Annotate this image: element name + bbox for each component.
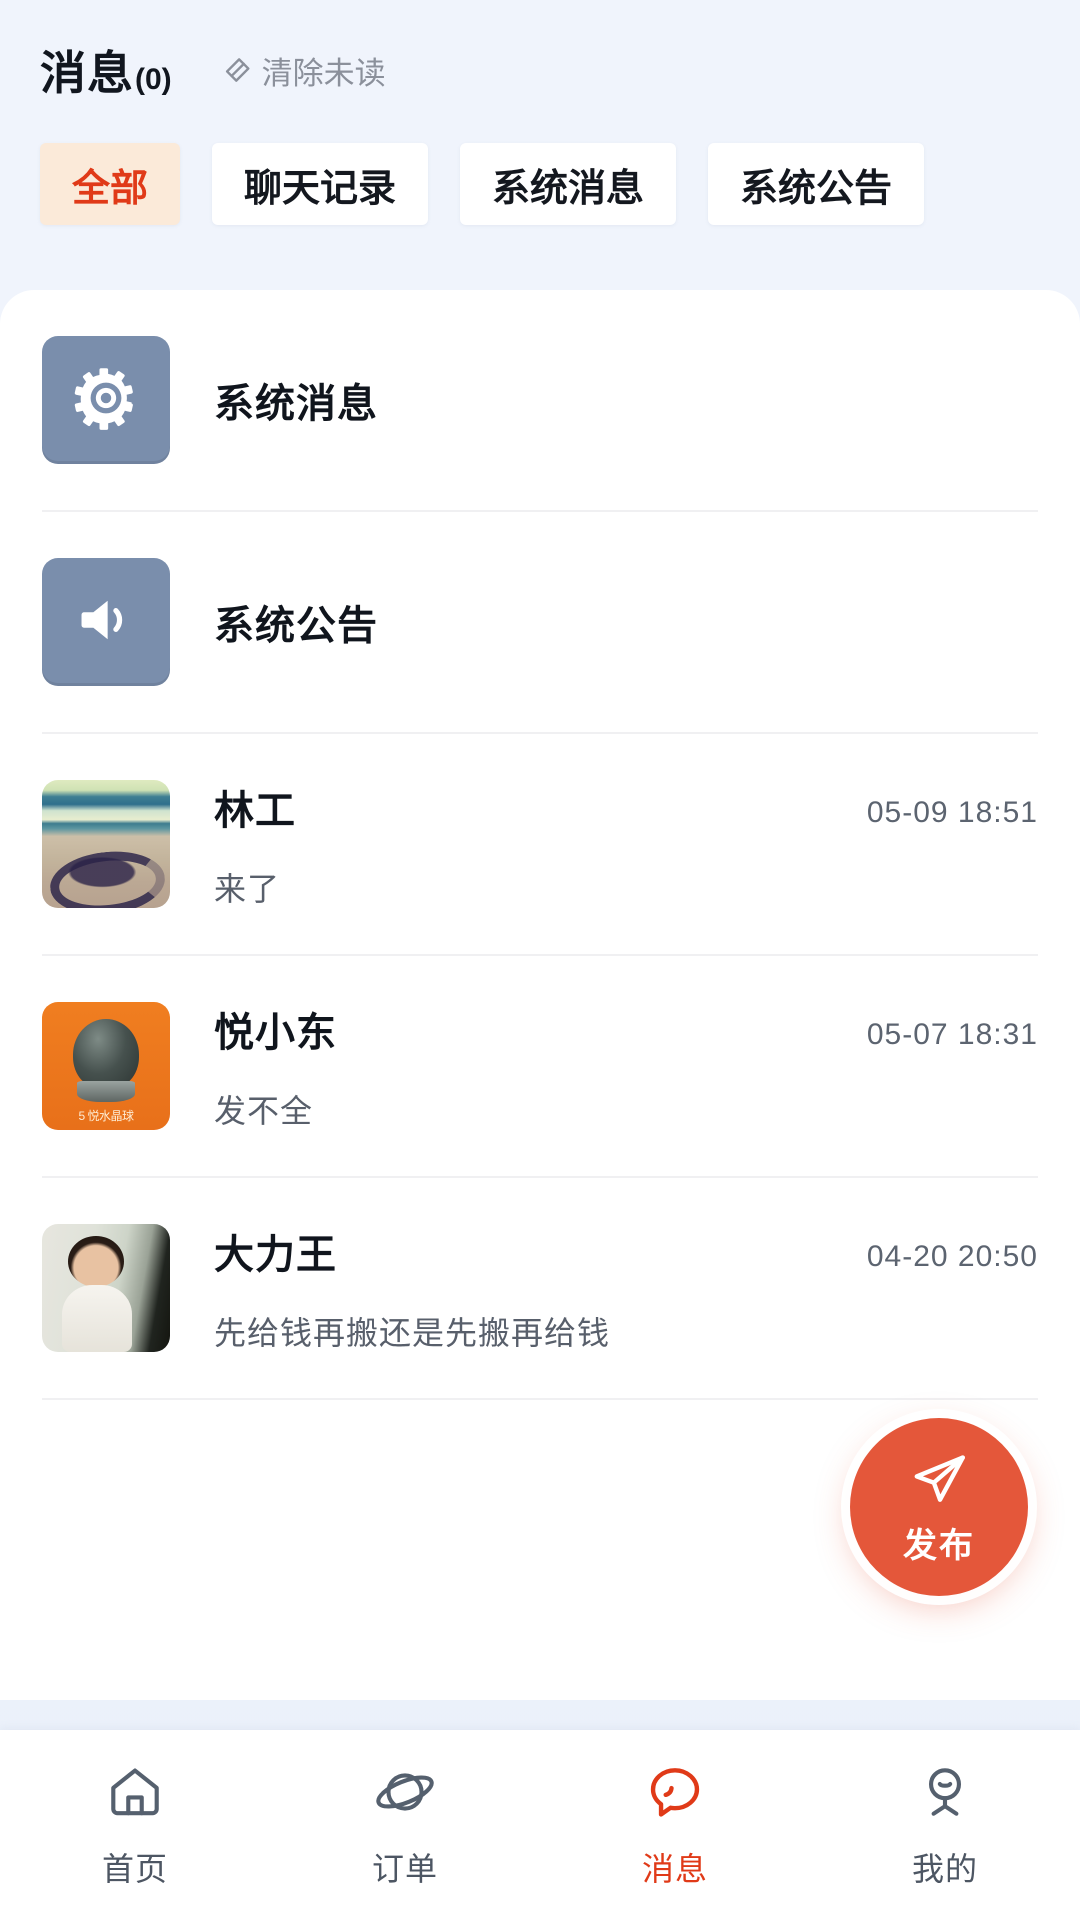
bottom-navigation: 首页 订单 消息 我的 bbox=[0, 1730, 1080, 1920]
nav-item-profile-label: 我的 bbox=[911, 1850, 978, 1887]
publish-fab-button[interactable]: 发布 bbox=[850, 1418, 1028, 1596]
clear-unread-label: 清除未读 bbox=[261, 55, 386, 91]
gear-icon bbox=[73, 365, 139, 436]
filter-tabs: 全部 聊天记录 系统消息 系统公告 bbox=[0, 143, 1080, 233]
message-time: 04-20 20:50 bbox=[866, 1240, 1038, 1273]
paper-plane-icon bbox=[908, 1447, 970, 1518]
avatar: 5 悦水晶球 bbox=[42, 1002, 170, 1130]
tab-system-message-label: 系统消息 bbox=[492, 167, 645, 210]
page-title: 消息 (0) bbox=[40, 37, 172, 103]
tab-system-announcement[interactable]: 系统公告 bbox=[708, 143, 925, 225]
nav-item-home-label: 首页 bbox=[101, 1850, 168, 1887]
page-header: 消息 (0) 清除未读 bbox=[0, 0, 1080, 140]
message-list: 系统消息 系统公告 林工 来了 05-09 18:51 5 悦水晶球 悦小东 发… bbox=[0, 290, 1080, 1400]
tab-chat-history-label: 聊天记录 bbox=[244, 167, 397, 210]
conversation-name: 悦小东 bbox=[214, 1011, 337, 1055]
page-title-text: 消息 bbox=[40, 47, 134, 99]
publish-fab-label: 发布 bbox=[903, 1527, 975, 1565]
conversation-name: 林工 bbox=[214, 789, 296, 833]
conversation-name: 大力王 bbox=[214, 1233, 337, 1277]
avatar-photo bbox=[42, 1224, 170, 1352]
avatar bbox=[42, 780, 170, 908]
row-body: 系统公告 bbox=[214, 593, 1038, 651]
eraser-icon bbox=[220, 53, 254, 87]
nav-item-messages[interactable]: 消息 bbox=[540, 1761, 810, 1890]
avatar bbox=[42, 1224, 170, 1352]
table-row[interactable]: 5 悦水晶球 悦小东 发不全 05-07 18:31 bbox=[42, 956, 1038, 1178]
home-icon bbox=[104, 1761, 166, 1828]
messages-screen: 消息 (0) 清除未读 全部 聊天记录 系统消息 系统公告 系统消息 系统公告 … bbox=[0, 0, 1080, 1920]
nav-item-orders-label: 订单 bbox=[371, 1850, 438, 1887]
table-row[interactable]: 系统公告 bbox=[42, 512, 1038, 734]
tab-system-announcement-label: 系统公告 bbox=[740, 167, 893, 210]
message-preview: 发不全 bbox=[214, 1093, 314, 1129]
unread-count: (0) bbox=[135, 63, 172, 96]
avatar-photo: 5 悦水晶球 bbox=[42, 1002, 170, 1130]
row-body: 系统消息 bbox=[214, 371, 1038, 429]
message-preview: 来了 bbox=[214, 871, 281, 907]
message-time: 05-07 18:31 bbox=[866, 1018, 1038, 1051]
clear-unread-button[interactable]: 清除未读 bbox=[220, 48, 386, 93]
chat-bubble-icon bbox=[644, 1761, 706, 1828]
nav-item-profile[interactable]: 我的 bbox=[810, 1761, 1080, 1890]
tab-system-message[interactable]: 系统消息 bbox=[460, 143, 677, 225]
row-top: 系统消息 bbox=[214, 371, 1038, 429]
avatar bbox=[42, 558, 170, 686]
speaker-icon bbox=[73, 587, 139, 658]
tab-all[interactable]: 全部 bbox=[40, 143, 181, 225]
nav-item-orders[interactable]: 订单 bbox=[270, 1761, 540, 1890]
profile-icon bbox=[914, 1761, 976, 1828]
row-top: 系统公告 bbox=[214, 593, 1038, 651]
tab-chat-history[interactable]: 聊天记录 bbox=[212, 143, 429, 225]
nav-item-home[interactable]: 首页 bbox=[0, 1761, 270, 1890]
table-row[interactable]: 系统消息 bbox=[42, 290, 1038, 512]
conversation-name: 系统公告 bbox=[214, 604, 378, 648]
table-row[interactable]: 林工 来了 05-09 18:51 bbox=[42, 734, 1038, 956]
tab-all-label: 全部 bbox=[72, 167, 149, 210]
message-time: 05-09 18:51 bbox=[866, 796, 1038, 829]
message-preview: 先给钱再搬还是先搬再给钱 bbox=[214, 1315, 611, 1351]
avatar-photo-caption: 5 悦水晶球 bbox=[78, 1108, 134, 1123]
nav-item-messages-label: 消息 bbox=[641, 1850, 708, 1887]
avatar bbox=[42, 336, 170, 464]
conversation-name: 系统消息 bbox=[214, 382, 378, 426]
orders-planet-icon bbox=[374, 1761, 436, 1828]
avatar-photo bbox=[42, 780, 170, 908]
table-row[interactable]: 大力王 先给钱再搬还是先搬再给钱 04-20 20:50 bbox=[42, 1178, 1038, 1400]
